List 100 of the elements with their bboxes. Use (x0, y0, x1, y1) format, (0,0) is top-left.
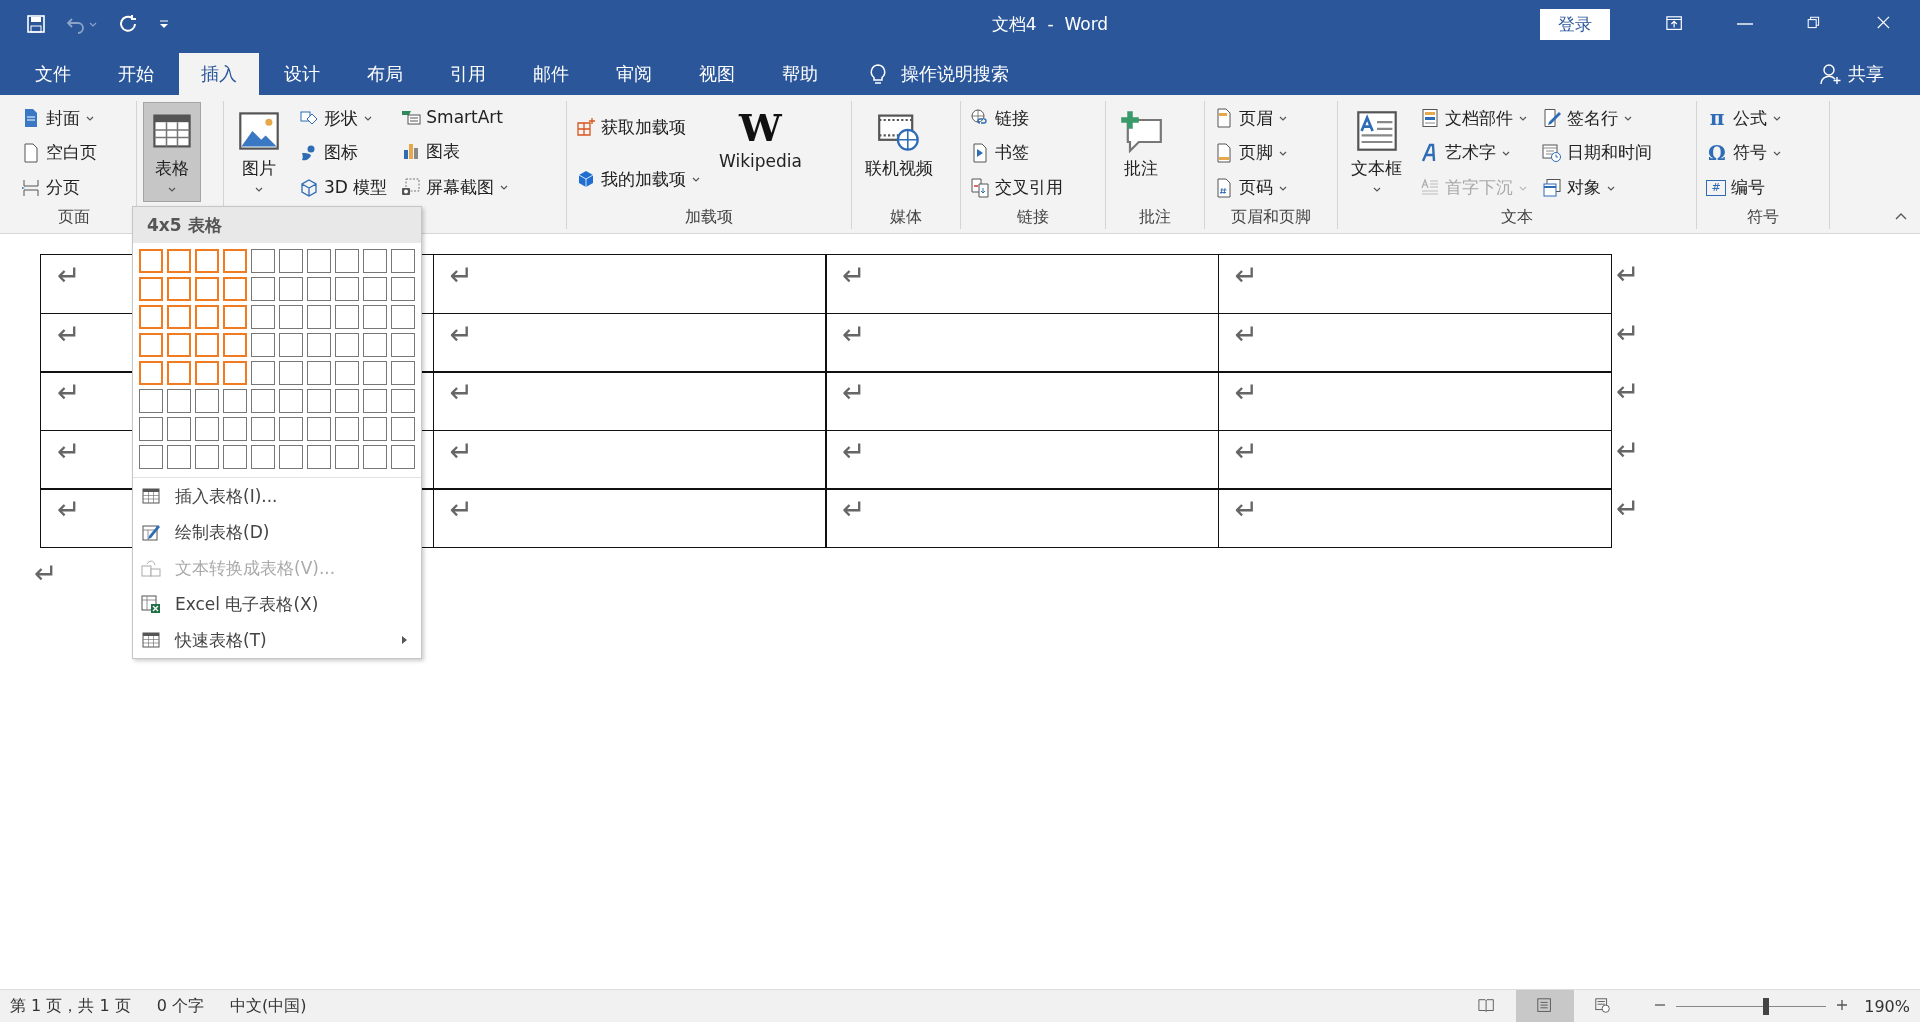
ribbon-tab[interactable]: 引用 (428, 53, 508, 95)
grid-cell[interactable] (363, 305, 387, 329)
ribbon-button[interactable]: 图标 (296, 139, 391, 167)
grid-cell[interactable] (391, 333, 415, 357)
grid-cell[interactable] (195, 417, 219, 441)
grid-cell[interactable] (279, 361, 303, 385)
ribbon-tab[interactable]: 开始 (96, 53, 176, 95)
grid-cell[interactable] (279, 333, 303, 357)
grid-cell[interactable] (139, 277, 163, 301)
grid-cell[interactable] (251, 417, 275, 441)
ribbon-button[interactable]: 获取加载项 (573, 113, 704, 141)
grid-cell[interactable] (279, 277, 303, 301)
ribbon-tab[interactable]: 布局 (345, 53, 425, 95)
grid-cell[interactable] (167, 389, 191, 413)
grid-cell[interactable] (139, 389, 163, 413)
sign-in-button[interactable]: 登录 (1540, 8, 1610, 40)
ribbon-tab[interactable]: 视图 (677, 53, 757, 95)
ribbon-button[interactable]: 屏幕截图 (398, 173, 513, 201)
grid-cell[interactable] (223, 277, 247, 301)
grid-cell[interactable] (335, 417, 359, 441)
ribbon-tab[interactable]: 设计 (262, 53, 342, 95)
ribbon-tab[interactable]: 插入 (179, 53, 259, 95)
ribbon-button[interactable]: 签名行 (1539, 104, 1655, 132)
grid-cell[interactable] (251, 305, 275, 329)
grid-cell[interactable] (195, 389, 219, 413)
grid-cell[interactable] (391, 389, 415, 413)
grid-cell[interactable] (335, 361, 359, 385)
ribbon-button[interactable]: W Wikipedia (712, 102, 809, 202)
grid-cell[interactable] (139, 361, 163, 385)
ribbon-button[interactable]: 图片 (230, 102, 288, 202)
grid-cell[interactable] (391, 249, 415, 273)
grid-cell[interactable] (307, 389, 331, 413)
grid-cell[interactable] (139, 417, 163, 441)
view-button[interactable] (1516, 990, 1575, 1022)
grid-cell[interactable] (251, 445, 275, 469)
zoom-level[interactable]: 190% (1864, 996, 1910, 1016)
grid-cell[interactable] (139, 445, 163, 469)
share-button[interactable]: 共享 (1814, 53, 1890, 95)
menu-item[interactable]: 快速表格(T) (133, 622, 421, 658)
grid-cell[interactable] (167, 249, 191, 273)
grid-cell[interactable] (307, 445, 331, 469)
grid-cell[interactable] (167, 361, 191, 385)
ribbon-button[interactable]: 页脚 (1211, 139, 1291, 167)
ribbon-button[interactable]: 链接 (967, 104, 1066, 132)
grid-cell[interactable] (307, 333, 331, 357)
ribbon-button[interactable]: 艺术字 (1417, 139, 1531, 167)
ribbon-button[interactable]: 对象 (1539, 174, 1655, 202)
slider-thumb[interactable] (1763, 997, 1770, 1015)
grid-cell[interactable] (251, 277, 275, 301)
ribbon-button[interactable]: 交叉引用 (967, 174, 1066, 202)
ribbon-button[interactable]: Ω 符号 (1703, 139, 1785, 167)
grid-cell[interactable] (279, 305, 303, 329)
ribbon-tab[interactable]: 审阅 (594, 53, 674, 95)
grid-cell[interactable] (251, 361, 275, 385)
tell-me-search[interactable]: 操作说明搜索 (861, 53, 1015, 95)
grid-cell[interactable] (363, 361, 387, 385)
grid-cell[interactable] (391, 305, 415, 329)
grid-cell[interactable] (195, 445, 219, 469)
grid-cell[interactable] (195, 333, 219, 357)
ribbon-button[interactable]: 分页 (18, 174, 100, 202)
grid-cell[interactable] (195, 305, 219, 329)
grid-cell[interactable] (307, 249, 331, 273)
ribbon-button[interactable]: 书签 (967, 139, 1066, 167)
grid-cell[interactable] (223, 249, 247, 273)
grid-cell[interactable] (391, 417, 415, 441)
grid-cell[interactable] (167, 417, 191, 441)
ribbon-button[interactable]: 我的加载项 (573, 165, 704, 193)
ribbon-tab[interactable]: 帮助 (760, 53, 840, 95)
grid-cell[interactable] (363, 445, 387, 469)
grid-cell[interactable] (391, 361, 415, 385)
grid-cell[interactable] (223, 445, 247, 469)
ribbon-tab[interactable]: 文件 (13, 53, 93, 95)
grid-cell[interactable] (195, 361, 219, 385)
grid-cell[interactable] (139, 333, 163, 357)
grid-cell[interactable] (251, 333, 275, 357)
grid-cell[interactable] (307, 305, 331, 329)
ribbon-button[interactable]: 日期和时间 (1539, 139, 1655, 167)
ribbon-button[interactable]: # 编号 (1703, 174, 1785, 202)
grid-cell[interactable] (363, 277, 387, 301)
ribbon-button[interactable]: 形状 (296, 104, 391, 132)
grid-cell[interactable] (279, 389, 303, 413)
grid-cell[interactable] (335, 445, 359, 469)
grid-cell[interactable] (139, 249, 163, 273)
ribbon-button[interactable]: π 公式 (1703, 104, 1785, 132)
grid-cell[interactable] (391, 277, 415, 301)
grid-cell[interactable] (223, 333, 247, 357)
menu-item[interactable]: 插入表格(I)... (133, 478, 421, 514)
ribbon-button[interactable]: 批注 (1112, 102, 1170, 202)
grid-cell[interactable] (307, 417, 331, 441)
grid-cell[interactable] (223, 305, 247, 329)
ribbon-button[interactable]: 页码 (1211, 174, 1291, 202)
grid-cell[interactable] (363, 249, 387, 273)
grid-cell[interactable] (335, 333, 359, 357)
ribbon-button[interactable]: 空白页 (18, 139, 100, 167)
grid-cell[interactable] (167, 445, 191, 469)
grid-cell[interactable] (307, 361, 331, 385)
grid-cell[interactable] (251, 389, 275, 413)
ribbon-button[interactable]: 文档部件 (1417, 104, 1531, 132)
grid-cell[interactable] (279, 445, 303, 469)
grid-cell[interactable] (195, 249, 219, 273)
